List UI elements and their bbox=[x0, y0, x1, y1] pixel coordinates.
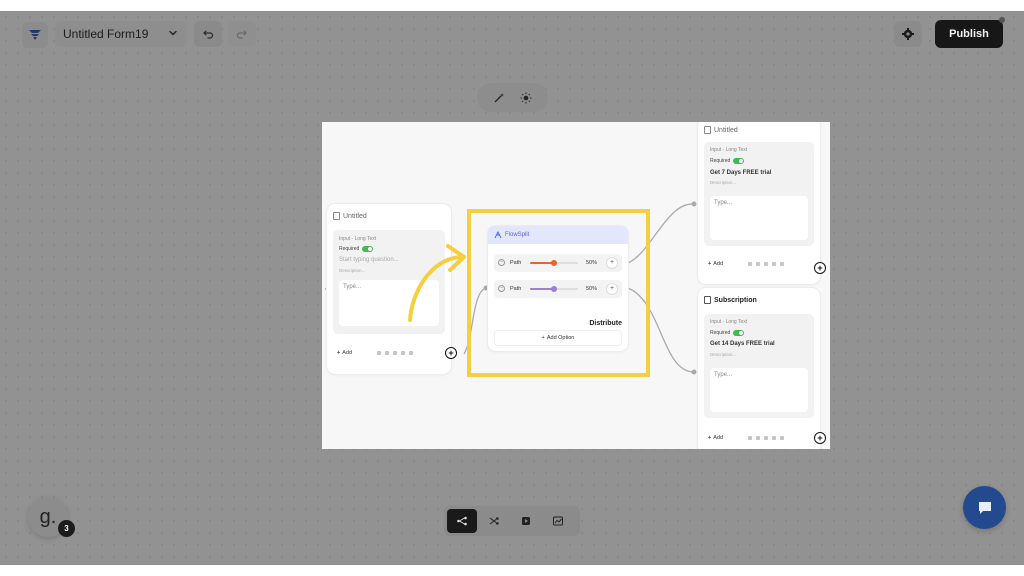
undo-icon bbox=[203, 30, 214, 39]
question-card-subscription[interactable]: Subscription Input - Long Text Required … bbox=[698, 288, 820, 449]
sun-icon[interactable] bbox=[520, 92, 532, 104]
settings-button[interactable] bbox=[894, 21, 922, 47]
document-icon bbox=[704, 296, 711, 304]
preview-button[interactable] bbox=[511, 509, 541, 533]
answer-input[interactable]: Type... bbox=[710, 368, 808, 412]
undo-button[interactable] bbox=[194, 21, 222, 47]
description-placeholder[interactable]: Description... bbox=[710, 180, 736, 185]
chat-button[interactable] bbox=[963, 486, 1006, 529]
connect-plus-button[interactable]: + bbox=[814, 262, 826, 274]
publish-status-dot bbox=[999, 17, 1005, 23]
redo-button[interactable] bbox=[228, 21, 256, 47]
required-label: Required bbox=[710, 330, 731, 336]
magic-wand-icon[interactable] bbox=[493, 92, 505, 104]
card-title: Untitled bbox=[333, 212, 367, 220]
logic-view-button[interactable] bbox=[479, 509, 509, 533]
question-card-top-right[interactable]: Untitled Input - Long Text Required Get … bbox=[698, 122, 820, 284]
form-title-dropdown[interactable]: Untitled Form19 bbox=[55, 21, 187, 47]
required-toggle[interactable] bbox=[733, 330, 744, 336]
form-logo-icon bbox=[29, 30, 41, 40]
required-label: Required bbox=[339, 246, 360, 252]
view-switcher bbox=[444, 506, 580, 536]
add-button[interactable]: + Add bbox=[708, 261, 723, 267]
connect-plus-button[interactable]: + bbox=[814, 432, 826, 444]
form-logo-button[interactable] bbox=[22, 22, 48, 48]
input-type-label: Input - Long Text bbox=[710, 147, 748, 153]
document-icon bbox=[333, 212, 340, 220]
description-placeholder[interactable]: Description... bbox=[339, 268, 365, 273]
card-actions[interactable] bbox=[748, 436, 784, 440]
gear-icon bbox=[902, 28, 914, 40]
add-button[interactable]: + Add bbox=[708, 435, 723, 441]
required-toggle[interactable] bbox=[733, 158, 744, 164]
required-toggle[interactable] bbox=[362, 246, 373, 252]
highlight-box bbox=[467, 209, 650, 377]
question-block[interactable]: Input - Long Text Required Get 14 Days F… bbox=[704, 314, 814, 418]
description-placeholder[interactable]: Description... bbox=[710, 352, 736, 357]
card-title: Subscription bbox=[704, 296, 757, 304]
card-title: Untitled bbox=[704, 126, 738, 134]
bottom-letterbox bbox=[0, 565, 1024, 576]
document-icon bbox=[704, 126, 711, 134]
card-actions[interactable] bbox=[377, 351, 413, 355]
form-title: Untitled Form19 bbox=[63, 27, 149, 41]
flow-view-button[interactable] bbox=[447, 509, 477, 533]
required-label: Required bbox=[710, 158, 731, 164]
analytics-button[interactable] bbox=[543, 509, 573, 533]
shuffle-icon bbox=[489, 517, 499, 525]
chevron-down-icon bbox=[169, 30, 177, 36]
question-text[interactable]: Get 7 Days FREE trial bbox=[710, 170, 771, 176]
question-text[interactable]: Get 14 Days FREE trial bbox=[710, 341, 775, 347]
redo-icon bbox=[236, 30, 247, 39]
flow-icon bbox=[457, 516, 467, 526]
play-icon bbox=[522, 517, 530, 525]
canvas-tools bbox=[477, 83, 548, 112]
card-actions[interactable] bbox=[748, 262, 784, 266]
add-button[interactable]: + Add bbox=[337, 350, 352, 356]
connect-plus-button[interactable]: + bbox=[445, 347, 457, 359]
input-type-label: Input - Long Text bbox=[339, 236, 377, 242]
publish-button[interactable]: Publish bbox=[935, 20, 1003, 48]
analytics-icon bbox=[553, 516, 563, 526]
notification-badge: 3 bbox=[58, 520, 75, 537]
question-block[interactable]: Input - Long Text Required Get 7 Days FR… bbox=[704, 142, 814, 246]
question-placeholder[interactable]: Start typing question... bbox=[339, 257, 399, 263]
answer-input[interactable]: Type... bbox=[710, 196, 808, 240]
chat-icon bbox=[978, 501, 991, 514]
input-type-label: Input - Long Text bbox=[710, 319, 748, 325]
top-letterbox bbox=[0, 0, 1024, 11]
